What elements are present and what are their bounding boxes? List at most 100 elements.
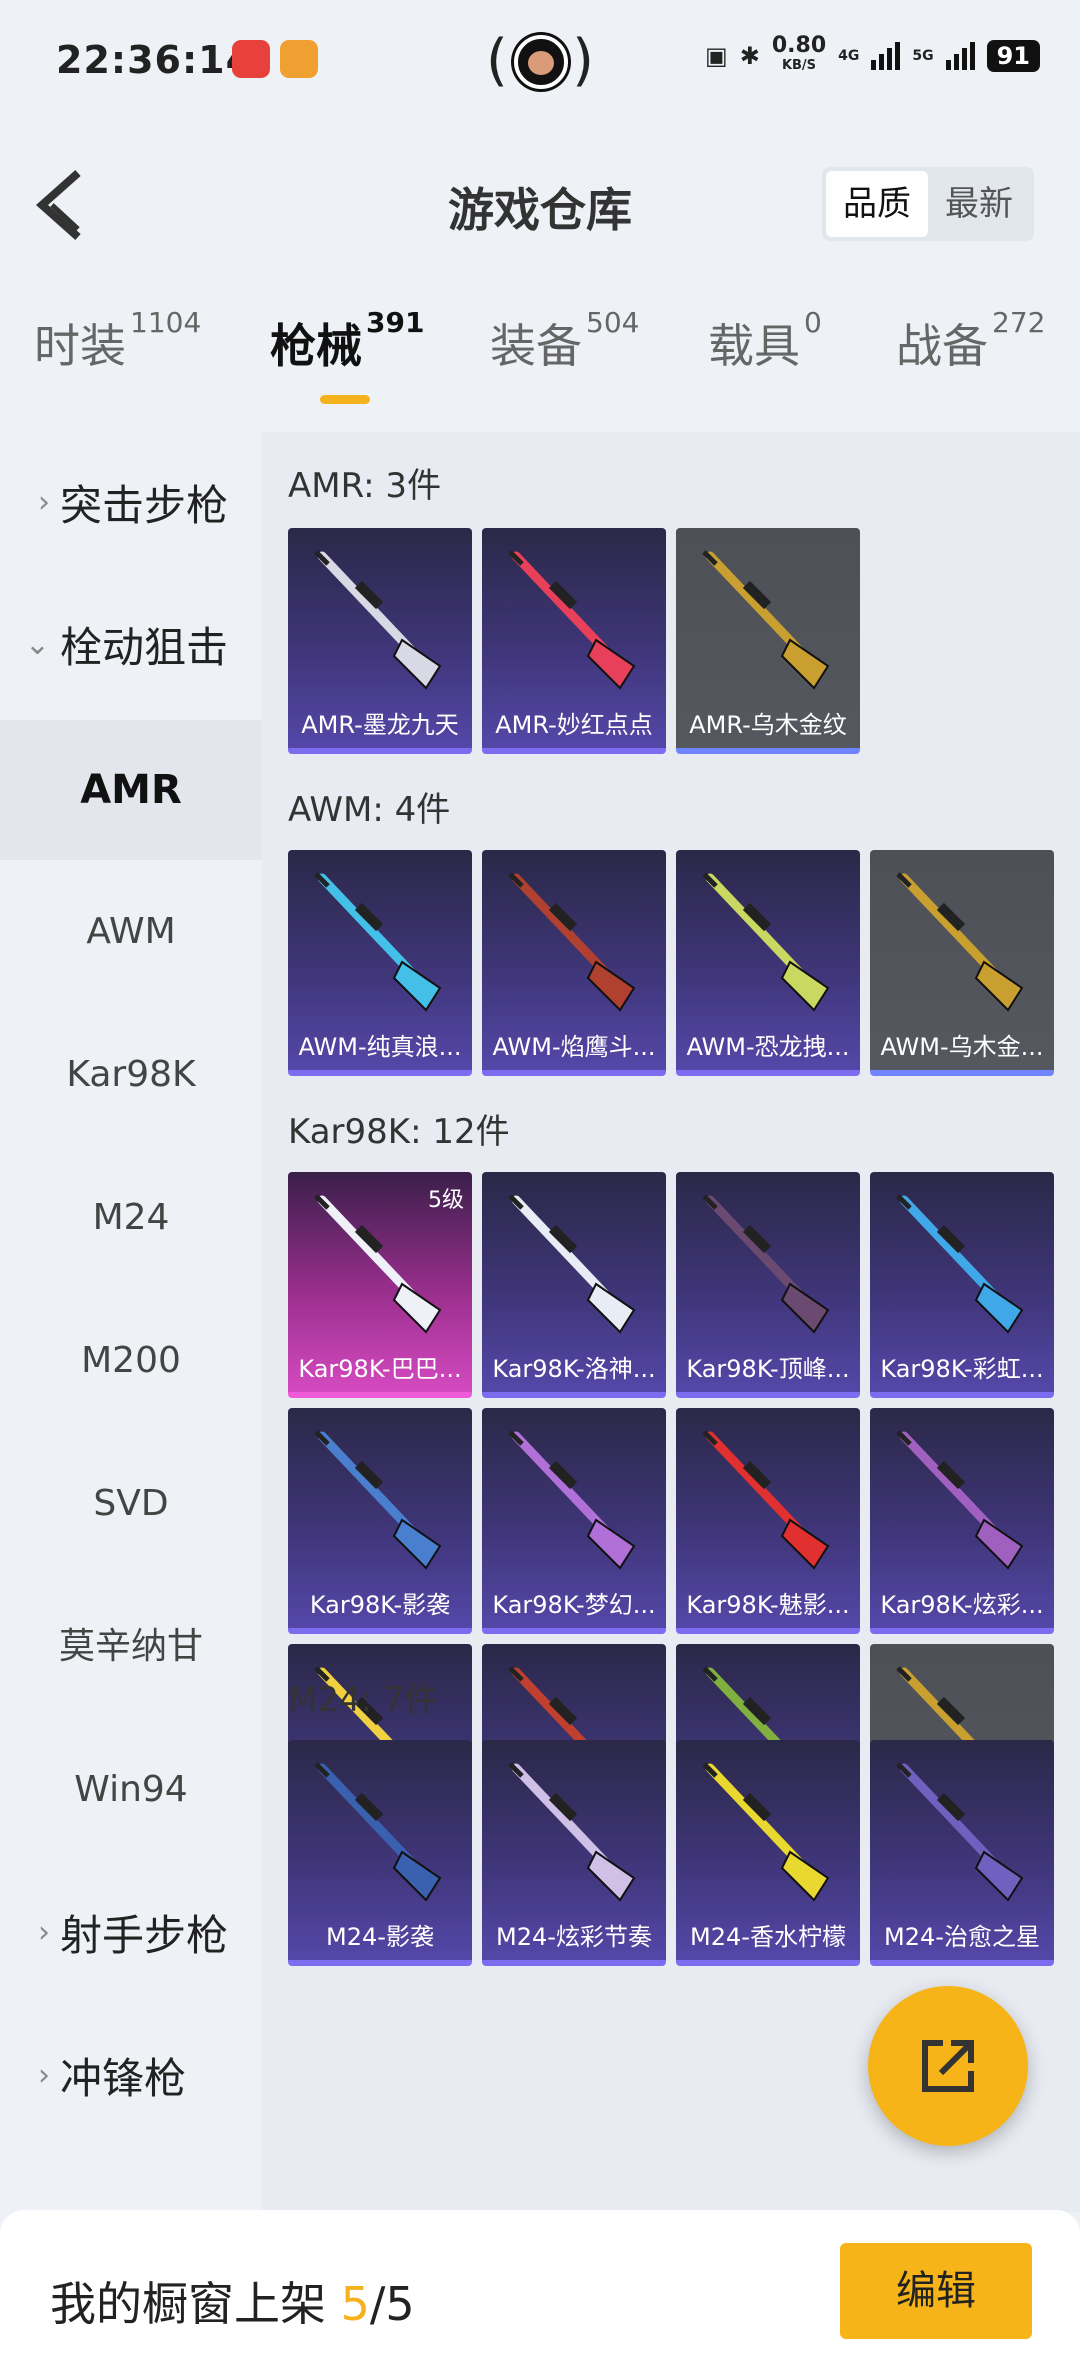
chevron-down-icon: ⌄ — [24, 626, 50, 662]
item-card[interactable]: AWM-乌木金... — [870, 850, 1054, 1076]
rifle-icon — [702, 550, 830, 690]
item-card[interactable]: Kar98K-洛神... — [482, 1172, 666, 1398]
share-button[interactable] — [868, 1986, 1028, 2146]
net-type-2: 5G — [912, 48, 934, 64]
sidebar-item-win94[interactable]: Win94 — [0, 1720, 262, 1860]
rifle-icon — [314, 1430, 442, 1570]
chevron-right-icon: › — [38, 484, 50, 520]
sidebar-item-kar98k[interactable]: Kar98K — [0, 1005, 262, 1145]
dynamic-island: ( ) — [486, 28, 594, 93]
sidebar-category-smg[interactable]: › 冲锋枪 — [0, 2005, 262, 2145]
net-speed-unit: KB/S — [781, 58, 817, 73]
rifle-icon — [896, 1194, 1024, 1334]
item-name: Kar98K-洛神... — [492, 1355, 656, 1383]
rifle-icon — [702, 1430, 830, 1570]
sort-quality[interactable]: 品质 — [826, 171, 928, 237]
showcase-bar: 我的橱窗上架 5/5 编辑 — [0, 2210, 1080, 2375]
item-card[interactable]: Kar98K-彩虹... — [870, 1172, 1054, 1398]
item-name: M24-香水柠檬 — [690, 1923, 846, 1951]
rifle-icon — [702, 1762, 830, 1902]
item-card[interactable]: Kar98K-影袭 — [288, 1408, 472, 1634]
item-card[interactable]: AWM-纯真浪... — [288, 850, 472, 1076]
group-title: AMR: 3件 — [288, 466, 442, 506]
item-name: AMR-乌木金纹 — [689, 711, 847, 739]
rifle-icon — [314, 550, 442, 690]
share-icon — [922, 2040, 974, 2092]
rifle-icon — [508, 872, 636, 1012]
tab-fashion[interactable]: 时装 1104 — [34, 306, 201, 376]
net-speed: 0.80 KB/S — [772, 35, 826, 76]
app-root: 22:36:14 ( ) ▣ ✱ 0.80 KB/S 4G 5G 91 游戏仓库… — [0, 0, 1080, 2375]
sidebar: › 突击步枪 ⌄ 栓动狙击 AMR AWM Kar98K M24 M200 SV… — [0, 432, 262, 2212]
active-tab-indicator — [320, 395, 370, 404]
rifle-icon — [314, 872, 442, 1012]
item-name: AWM-乌木金... — [880, 1033, 1044, 1061]
tab-guns[interactable]: 枪械 391 — [270, 306, 424, 376]
rifle-icon — [508, 1430, 636, 1570]
item-name: AWM-焰鹰斗... — [492, 1033, 656, 1061]
item-card[interactable]: Kar98K-炫彩... — [870, 1408, 1054, 1634]
item-name: Kar98K-魅影... — [686, 1591, 850, 1619]
status-icons: ▣ ✱ 0.80 KB/S 4G 5G 91 — [705, 35, 1040, 76]
item-name: Kar98K-巴巴... — [298, 1355, 462, 1383]
item-grid: AMR: 3件 AMR-墨龙九天 AMR-妙红点点 AMR-乌木金纹 AWM: 4件 AW… — [262, 432, 1080, 2212]
signal-icon — [945, 42, 975, 70]
chevron-right-icon: › — [38, 2057, 50, 2093]
sort-latest[interactable]: 最新 — [928, 171, 1030, 237]
sidebar-category-assault-rifle[interactable]: › 突击步枪 — [0, 432, 262, 572]
sidebar-item-m24[interactable]: M24 — [0, 1148, 262, 1288]
item-card[interactable]: M24-炫彩节奏 — [482, 1740, 666, 1966]
sidebar-category-bolt-sniper[interactable]: ⌄ 栓动狙击 — [0, 574, 262, 714]
rifle-icon — [896, 1762, 1024, 1902]
item-card[interactable]: M24-影袭 — [288, 1740, 472, 1966]
tab-equipment[interactable]: 装备 504 — [490, 306, 639, 376]
tab-label: 枪械 — [270, 319, 362, 373]
tab-count: 1104 — [130, 306, 202, 339]
sort-toggle: 品质 最新 — [822, 167, 1034, 241]
item-name: AMR-妙红点点 — [495, 711, 653, 739]
battery-icon: 91 — [986, 40, 1040, 72]
item-card[interactable]: M24-治愈之星 — [870, 1740, 1054, 1966]
item-level: 5级 — [428, 1188, 464, 1213]
app-notification-icon — [280, 40, 318, 78]
sidebar-item-m200[interactable]: M200 — [0, 1291, 262, 1431]
item-name: AMR-墨龙九天 — [301, 711, 459, 739]
sidebar-category-label: 栓动狙击 — [60, 622, 229, 672]
item-name: M24-炫彩节奏 — [496, 1923, 652, 1951]
item-card[interactable]: Kar98K-梦幻... — [482, 1408, 666, 1634]
sidebar-category-marksman[interactable]: › 射手步枪 — [0, 1862, 262, 2002]
item-name: Kar98K-炫彩... — [880, 1591, 1044, 1619]
item-card[interactable]: AWM-焰鹰斗... — [482, 850, 666, 1076]
tab-label: 装备 — [490, 319, 582, 373]
item-card[interactable]: M24-香水柠檬 — [676, 1740, 860, 1966]
rifle-icon — [896, 872, 1024, 1012]
status-bar: 22:36:14 ( ) ▣ ✱ 0.80 KB/S 4G 5G 91 — [0, 0, 1080, 130]
edit-button[interactable]: 编辑 — [840, 2243, 1032, 2339]
item-card[interactable]: Kar98K-顶峰... — [676, 1172, 860, 1398]
avatar-icon — [514, 35, 568, 89]
sidebar-item-awm[interactable]: AWM — [0, 862, 262, 1002]
tab-supplies[interactable]: 战备 272 — [896, 306, 1045, 376]
group-title: AWM: 4件 — [288, 790, 451, 830]
sidebar-item-mosin[interactable]: 莫辛纳甘 — [0, 1577, 262, 1717]
item-name: M24-影袭 — [326, 1923, 434, 1951]
item-card[interactable]: AMR-墨龙九天 — [288, 528, 472, 754]
rifle-icon — [896, 1430, 1024, 1570]
tab-label: 战备 — [896, 319, 988, 373]
item-card[interactable]: 5级 Kar98K-巴巴... — [288, 1172, 472, 1398]
chevron-right-icon: › — [38, 1914, 50, 1950]
item-card[interactable]: Kar98K-魅影... — [676, 1408, 860, 1634]
item-card[interactable]: AWM-恐龙拽... — [676, 850, 860, 1076]
item-name: Kar98K-彩虹... — [880, 1355, 1044, 1383]
rifle-icon — [508, 550, 636, 690]
sidebar-item-amr[interactable]: AMR — [0, 720, 262, 860]
item-name: Kar98K-顶峰... — [686, 1355, 850, 1383]
tab-vehicles[interactable]: 载具 0 — [708, 306, 822, 376]
sidebar-item-svd[interactable]: SVD — [0, 1434, 262, 1574]
top-nav: 游戏仓库 品质 最新 — [0, 140, 1080, 270]
item-name: AWM-恐龙拽... — [686, 1033, 850, 1061]
nfc-icon: ▣ — [705, 42, 728, 70]
group-title: Kar98K: 12件 — [288, 1112, 510, 1152]
item-card[interactable]: AMR-妙红点点 — [482, 528, 666, 754]
item-card[interactable]: AMR-乌木金纹 — [676, 528, 860, 754]
